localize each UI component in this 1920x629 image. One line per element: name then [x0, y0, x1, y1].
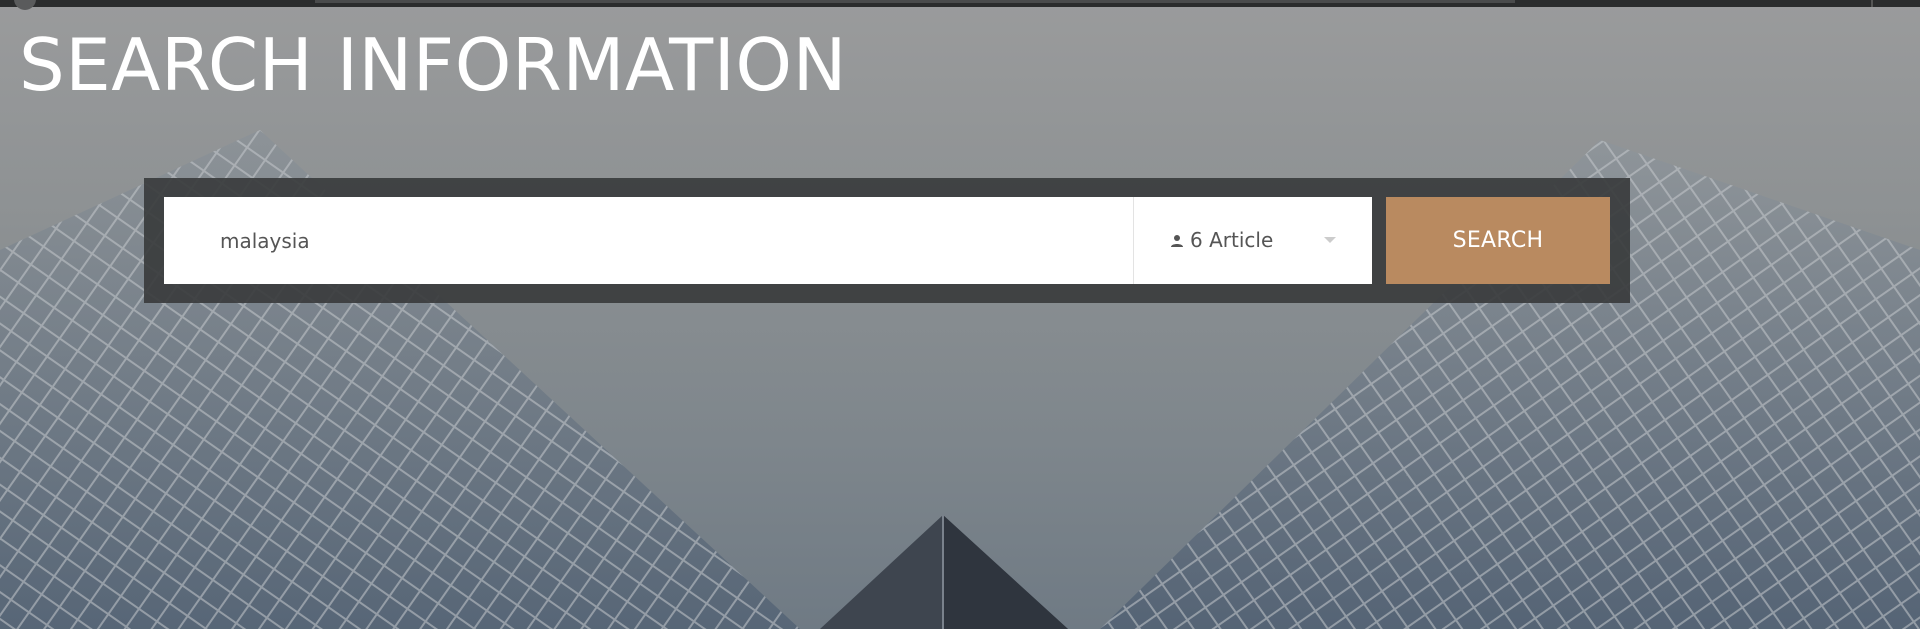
search-button[interactable]: SEARCH — [1386, 197, 1610, 284]
tab-strip — [315, 0, 1515, 3]
browser-top-bar — [0, 0, 1920, 10]
search-panel: 6 Article SEARCH — [144, 178, 1630, 303]
category-select-value: 6 Article — [1190, 228, 1274, 252]
chevron-down-icon — [1324, 237, 1336, 243]
hero-section: SEARCH INFORMATION 6 Article SEARCH — [0, 0, 1920, 629]
page-title: SEARCH INFORMATION — [19, 23, 847, 107]
search-field-container — [164, 197, 1134, 284]
search-input[interactable] — [164, 197, 1133, 284]
user-icon — [1171, 235, 1183, 247]
category-select[interactable]: 6 Article — [1134, 197, 1372, 284]
window-divider — [1871, 0, 1873, 7]
